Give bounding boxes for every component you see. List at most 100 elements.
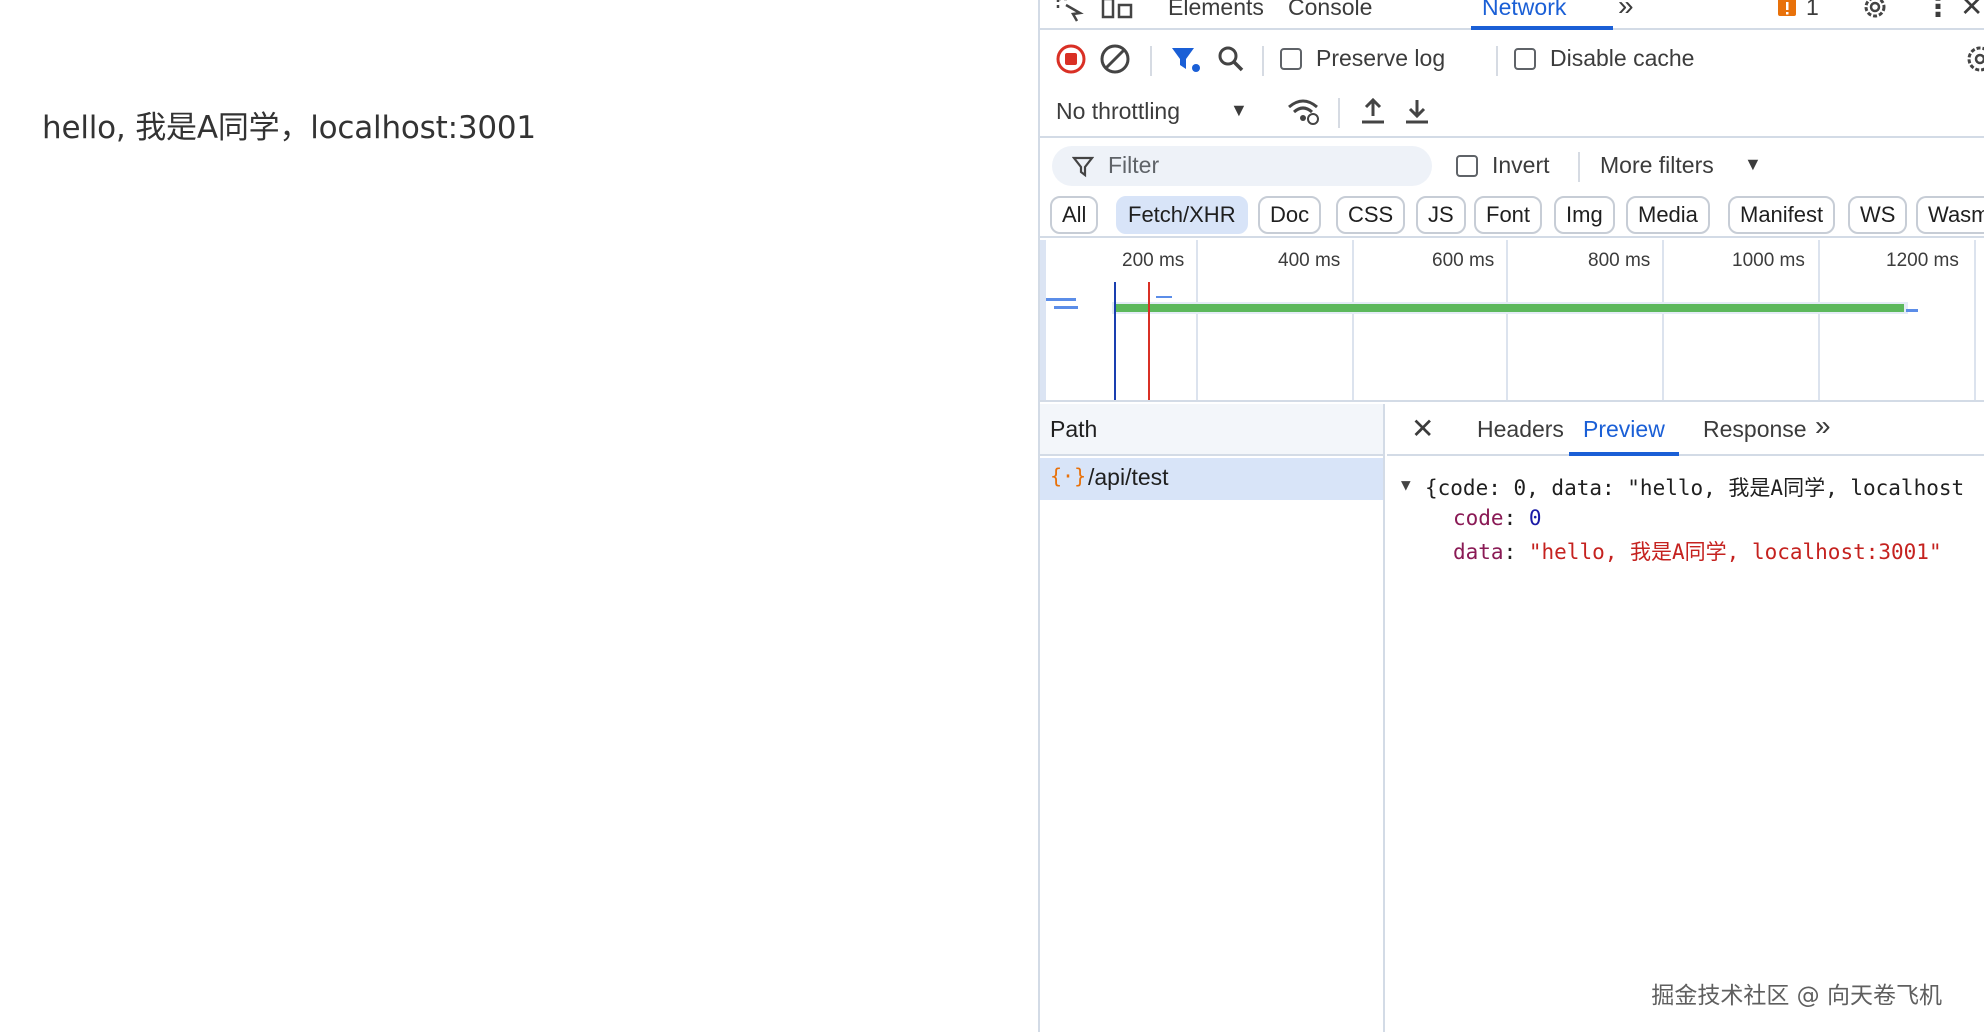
chip-img[interactable]: Img [1554,196,1615,234]
invert-label: Invert [1492,152,1550,178]
import-har-upload-icon[interactable] [1356,94,1390,128]
chip-js[interactable]: JS [1416,196,1466,234]
more-filters-button[interactable]: More filters [1600,152,1714,179]
filter-funnel-icon[interactable] [1168,42,1204,76]
json-key-code: code [1453,506,1504,530]
tab-console[interactable]: Console [1288,0,1372,21]
filter-input[interactable]: Filter [1052,146,1432,186]
device-toolbar-icon[interactable] [1098,0,1136,24]
chip-media[interactable]: Media [1626,196,1710,234]
record-stop-icon[interactable] [1054,42,1088,76]
toolbar-divider [1262,46,1264,76]
filter-placeholder: Filter [1108,152,1160,178]
timeline-request-bar [1046,298,1076,301]
warning-icon[interactable] [1774,0,1800,22]
tick-line [1662,240,1664,400]
chip-fetch-xhr[interactable]: Fetch/XHR [1116,196,1248,234]
network-conditions-wifi-icon[interactable] [1284,94,1322,128]
network-timeline-overview[interactable]: 200 ms 400 ms 600 ms 800 ms 1000 ms 1200… [1040,240,1984,402]
tick-line [1818,240,1820,400]
page-response-text: hello, 我是A同学，localhost:3001 [42,110,536,146]
json-code-row: code: 0 [1453,506,1542,530]
request-list: Path {·} /api/test [1040,404,1385,1032]
request-list-header: Path [1040,404,1383,456]
json-value-code: 0 [1528,506,1542,530]
settings-gear-icon[interactable] [1858,0,1892,24]
tab-headers[interactable]: Headers [1477,416,1564,443]
export-har-download-icon[interactable] [1400,94,1434,128]
detail-tabs: ✕ Headers Preview Response » [1387,404,1984,456]
resource-type-chips: All Fetch/XHR Doc CSS JS Font Img Media … [1040,194,1984,238]
devtools-main-tabs: Elements Console Network » 1 ⋮ ✕ [1040,0,1984,30]
chip-doc[interactable]: Doc [1258,196,1322,234]
tick-label: 1200 ms [1886,250,1959,271]
tick-label: 600 ms [1432,250,1495,271]
watermark: 掘金技术社区 @ 向天卷飞机 [1651,983,1942,1009]
search-icon[interactable] [1214,42,1248,76]
throttling-dropdown-arrow-icon[interactable]: ▼ [1230,100,1248,121]
tick-line [1506,240,1508,400]
preserve-log-label: Preserve log [1316,45,1446,71]
tab-preview[interactable]: Preview [1583,416,1665,443]
chip-css[interactable]: CSS [1336,196,1406,234]
active-tab-indicator [1471,26,1613,30]
devtools-panel: Elements Console Network » 1 ⋮ ✕ Preserv [1038,0,1984,1032]
tick-line [1974,240,1976,400]
chip-font[interactable]: Font [1474,196,1543,234]
timeline-left-handle[interactable] [1040,240,1046,400]
json-braces-icon: {·} [1050,464,1087,488]
clear-icon[interactable] [1098,42,1132,76]
toolbar-divider [1496,46,1498,76]
timeline-request-bar [1054,306,1078,309]
tab-network[interactable]: Network [1482,0,1566,21]
json-data-row: data: "hello, 我是A同学, localhost:3001" [1453,540,1942,564]
toolbar-divider [1338,98,1340,128]
dom-content-loaded-marker [1114,282,1116,400]
load-event-marker [1148,282,1150,400]
web-page: hello, 我是A同学，localhost:3001 [0,0,1038,1032]
tick-label: 200 ms [1122,250,1185,271]
network-toolbar: Preserve log Disable cache [1040,32,1984,86]
tick-label: 1000 ms [1732,250,1805,271]
disable-cache-label: Disable cache [1550,45,1695,71]
kebab-menu-icon[interactable]: ⋮ [1924,0,1952,23]
network-toolbar-secondary: No throttling ▼ [1040,86,1984,138]
filter-bar: Filter Invert More filters ▼ [1040,140,1984,192]
close-devtools-icon[interactable]: ✕ [1960,0,1983,23]
request-details: ✕ Headers Preview Response » ▼ {code: 0,… [1387,404,1984,1032]
tick-line [1352,240,1354,400]
throttling-select[interactable]: No throttling [1056,98,1180,125]
more-filters-arrow-icon[interactable]: ▼ [1744,154,1762,175]
close-details-icon[interactable]: ✕ [1411,412,1434,445]
more-tabs-chevron-icon[interactable]: » [1618,0,1634,22]
expand-triangle-icon[interactable]: ▼ [1401,475,1411,494]
toolbar-divider [1150,46,1152,76]
tick-label: 400 ms [1278,250,1341,271]
detail-tab-indicator [1569,452,1679,456]
tab-response[interactable]: Response [1703,416,1807,443]
chip-all[interactable]: All [1050,196,1099,234]
json-key-data: data [1453,540,1504,564]
toolbar-divider [1578,152,1580,182]
tick-label: 800 ms [1588,250,1651,271]
chip-wasm[interactable]: Wasm [1916,196,1984,234]
filter-funnel-small-icon [1071,154,1095,184]
path-column-header[interactable]: Path [1050,416,1097,443]
network-settings-gear-icon[interactable] [1964,42,1984,76]
inspect-element-icon[interactable] [1052,0,1086,24]
tick-line [1196,240,1198,400]
invert-checkbox[interactable] [1456,155,1478,177]
chip-manifest[interactable]: Manifest [1728,196,1836,234]
json-summary[interactable]: {code: 0, data: "hello, 我是A同学, localhost [1425,472,1964,502]
request-row[interactable]: {·} /api/test [1040,458,1383,500]
preserve-log-checkbox[interactable] [1280,48,1302,70]
timeline-request-bar-green [1114,304,1904,312]
json-value-data: "hello, 我是A同学, localhost:3001" [1528,540,1942,564]
more-detail-tabs-chevron-icon[interactable]: » [1815,410,1831,442]
request-path: /api/test [1088,464,1169,490]
warning-count: 1 [1806,0,1819,20]
disable-cache-checkbox[interactable] [1514,48,1536,70]
tab-elements[interactable]: Elements [1168,0,1264,21]
timeline-request-bar [1156,296,1172,298]
chip-ws[interactable]: WS [1848,196,1908,234]
